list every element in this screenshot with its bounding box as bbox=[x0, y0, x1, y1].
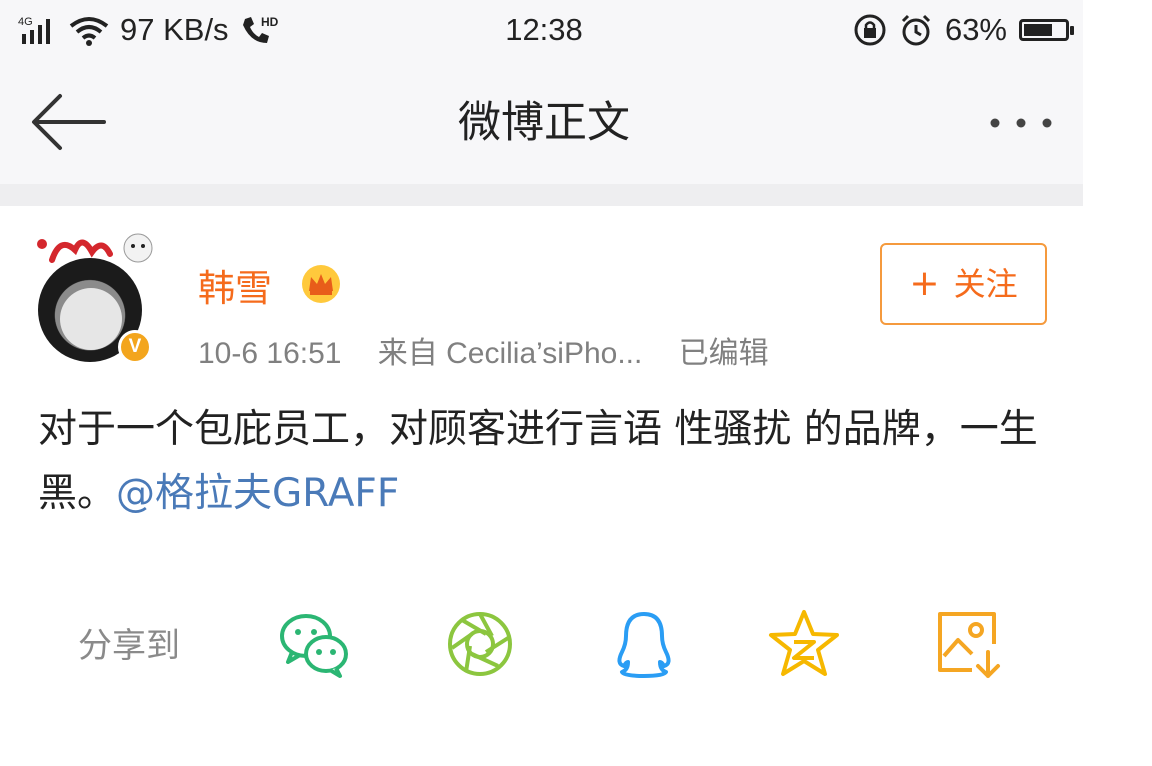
status-bar: 4G 97 KB/s HD 12:38 63% bbox=[0, 0, 1083, 62]
post-body: 对于一个包庇员工，对顾客进行言语 性骚扰 的品牌，一生黑。@格拉夫GRAFF bbox=[38, 398, 1038, 526]
battery-icon bbox=[1019, 19, 1074, 41]
more-button[interactable] bbox=[981, 98, 1061, 148]
moments-icon[interactable] bbox=[442, 606, 518, 682]
alarm-icon bbox=[901, 14, 931, 46]
header-divider bbox=[0, 184, 1083, 206]
plus-icon: + bbox=[909, 263, 940, 304]
battery-percent: 63% bbox=[944, 12, 1007, 47]
follow-label: 关注 bbox=[953, 265, 1018, 303]
save-image-icon[interactable] bbox=[932, 606, 1008, 682]
avatar-sticker bbox=[37, 233, 153, 263]
status-right: 63% bbox=[853, 8, 1074, 52]
avatar-face bbox=[60, 288, 122, 350]
verified-badge: V bbox=[118, 330, 152, 364]
battery-level bbox=[1024, 24, 1052, 36]
post-timestamp: 10-6 16:51 bbox=[198, 337, 342, 370]
page-title: 微博正文 bbox=[458, 98, 630, 148]
qzone-icon[interactable] bbox=[766, 606, 842, 682]
navigation-bar: 微博正文 bbox=[0, 62, 1083, 184]
weibo-post-screen: 4G 97 KB/s HD 12:38 63% 微博正文 V 韩雪 10-6 1… bbox=[0, 0, 1083, 766]
post-source[interactable]: 来自 Cecilia’siPho... bbox=[378, 337, 643, 370]
author-avatar[interactable]: V bbox=[30, 230, 155, 370]
post-edited-label[interactable]: 已编辑 bbox=[679, 337, 769, 370]
share-label: 分享到 bbox=[78, 626, 180, 666]
crown-vip-icon[interactable] bbox=[300, 263, 342, 305]
rotation-lock-icon bbox=[854, 14, 886, 46]
more-dots-icon bbox=[990, 118, 1052, 128]
qq-icon[interactable] bbox=[606, 606, 682, 682]
post-meta: 10-6 16:51 来自 Cecilia’siPho... 已编辑 bbox=[198, 328, 797, 372]
author-name[interactable]: 韩雪 bbox=[198, 258, 272, 312]
follow-button[interactable]: + 关注 bbox=[880, 243, 1047, 325]
mention-link[interactable]: @格拉夫GRAFF bbox=[116, 471, 399, 516]
wechat-icon[interactable] bbox=[276, 606, 352, 682]
